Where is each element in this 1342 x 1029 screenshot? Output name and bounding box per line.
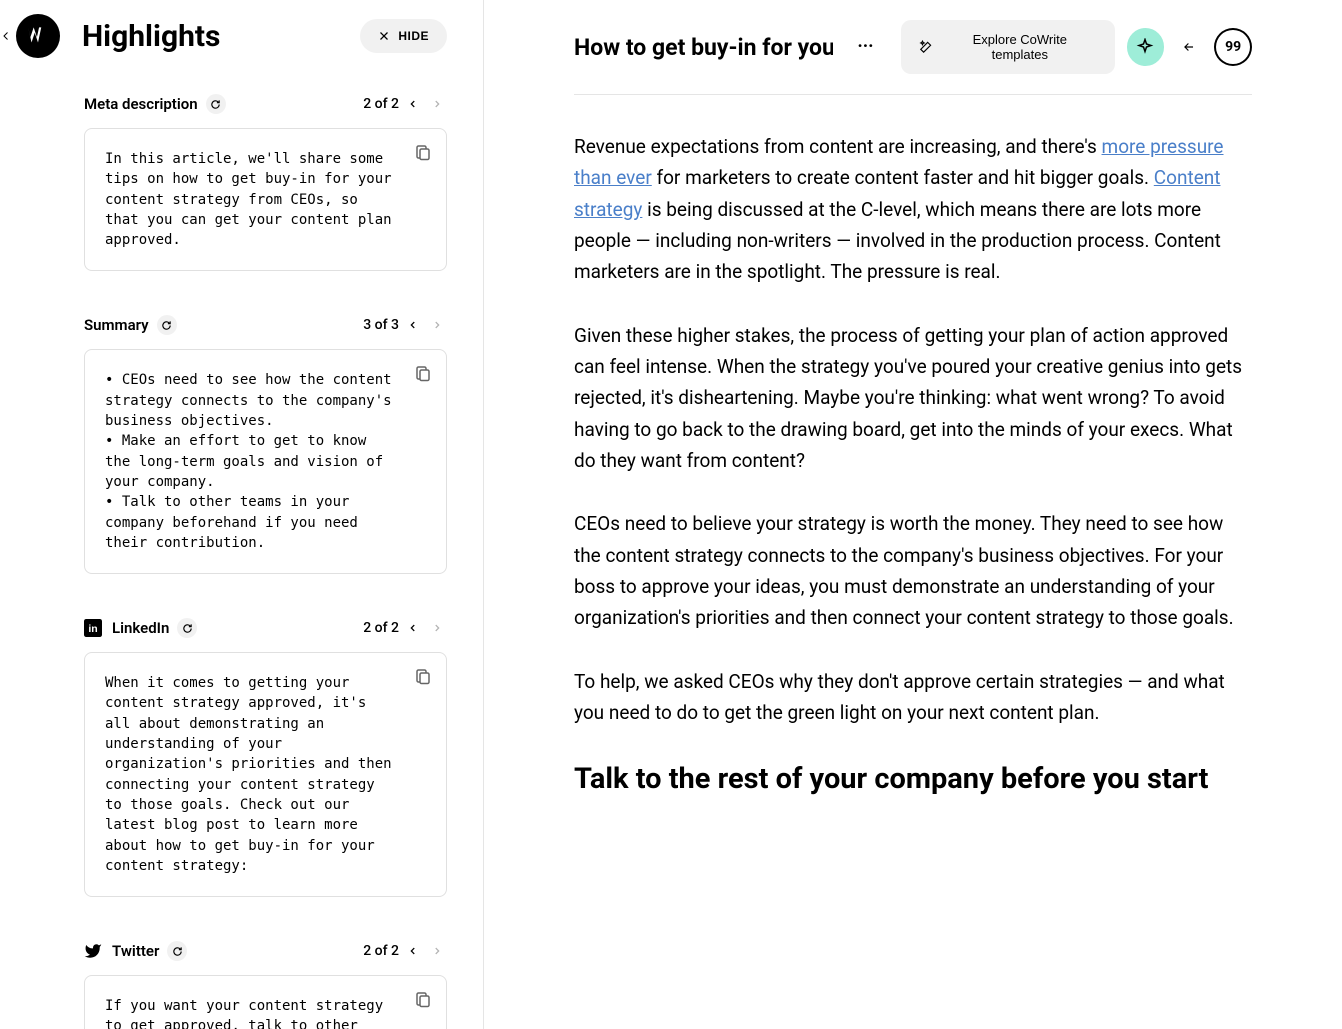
explore-label: Explore CoWrite templates	[943, 32, 1096, 62]
pager-text: 2 of 2	[363, 96, 399, 112]
linkedin-pager: 2 of 2	[363, 618, 447, 638]
linkedin-card: When it comes to getting your content st…	[84, 652, 447, 897]
document-panel: How to get buy-in for you ··· Explore Co…	[484, 0, 1342, 1029]
summary-card: • CEOs need to see how the content strat…	[84, 349, 447, 574]
section-header: Twitter 2 of 2	[84, 941, 447, 961]
section-header: Meta description 2 of 2	[84, 94, 447, 114]
copy-icon[interactable]	[414, 364, 432, 382]
close-icon	[378, 30, 390, 42]
document-body[interactable]: Revenue expectations from content are in…	[574, 131, 1252, 1029]
next-button[interactable]	[427, 94, 447, 114]
copy-icon[interactable]	[414, 143, 432, 161]
wand-icon	[919, 40, 933, 54]
section-header: in LinkedIn 2 of 2	[84, 618, 447, 638]
sparkle-icon	[1136, 38, 1154, 56]
prev-button[interactable]	[403, 941, 423, 961]
meta-card: In this article, we'll share some tips o…	[84, 128, 447, 271]
next-button[interactable]	[427, 941, 447, 961]
copy-icon[interactable]	[414, 667, 432, 685]
more-button[interactable]: ···	[857, 38, 877, 56]
sparkle-button[interactable]	[1127, 28, 1165, 66]
copy-icon[interactable]	[414, 990, 432, 1008]
next-button[interactable]	[427, 315, 447, 335]
meta-content: In this article, we'll share some tips o…	[105, 149, 396, 250]
document-header: How to get buy-in for you ··· Explore Co…	[574, 0, 1252, 95]
summary-pager: 3 of 3	[363, 315, 447, 335]
section-header: Summary 3 of 3	[84, 315, 447, 335]
heading: Talk to the rest of your company before …	[574, 761, 1252, 797]
refresh-icon[interactable]	[167, 941, 187, 961]
app-logo[interactable]	[16, 14, 60, 58]
prev-button[interactable]	[403, 315, 423, 335]
refresh-icon[interactable]	[206, 94, 226, 114]
twitter-card: If you want your content strategy to get…	[84, 975, 447, 1029]
back-arrow-icon[interactable]	[0, 30, 12, 42]
back-arrow-icon[interactable]	[1182, 40, 1196, 54]
summary-content: • CEOs need to see how the content strat…	[105, 370, 396, 553]
twitter-icon	[84, 942, 102, 960]
linkedin-icon: in	[84, 619, 102, 637]
paragraph: Given these higher stakes, the process o…	[574, 320, 1252, 477]
refresh-icon[interactable]	[177, 618, 197, 638]
document-title[interactable]: How to get buy-in for you	[574, 34, 833, 61]
refresh-icon[interactable]	[157, 315, 177, 335]
section-title: Meta description	[84, 95, 198, 113]
paragraph: CEOs need to believe your strategy is wo…	[574, 508, 1252, 633]
pager-text: 3 of 3	[363, 317, 399, 333]
twitter-pager: 2 of 2	[363, 941, 447, 961]
hide-label: HIDE	[398, 29, 429, 43]
section-title: Twitter	[112, 942, 159, 960]
linkedin-section: in LinkedIn 2 of 2 When it comes to gett…	[84, 618, 447, 897]
pager-text: 2 of 2	[363, 620, 399, 636]
meta-pager: 2 of 2	[363, 94, 447, 114]
highlights-panel: Highlights HIDE Meta description 2 of 2 …	[0, 0, 484, 1029]
svg-text:in: in	[88, 623, 97, 635]
pager-text: 2 of 2	[363, 943, 399, 959]
explore-templates-button[interactable]: Explore CoWrite templates	[901, 20, 1114, 74]
prev-button[interactable]	[403, 618, 423, 638]
summary-section: Summary 3 of 3 • CEOs need to see how th…	[84, 315, 447, 574]
hide-button[interactable]: HIDE	[360, 19, 447, 53]
section-title: LinkedIn	[112, 619, 169, 637]
twitter-content: If you want your content strategy to get…	[105, 996, 396, 1029]
linkedin-content: When it comes to getting your content st…	[105, 673, 396, 876]
paragraph: To help, we asked CEOs why they don't ap…	[574, 666, 1252, 729]
section-title: Summary	[84, 316, 149, 334]
next-button[interactable]	[427, 618, 447, 638]
twitter-section: Twitter 2 of 2 If you want your content …	[84, 941, 447, 1029]
paragraph: Revenue expectations from content are in…	[574, 131, 1252, 288]
score-badge[interactable]: 99	[1214, 28, 1252, 66]
prev-button[interactable]	[403, 94, 423, 114]
meta-section: Meta description 2 of 2 In this article,…	[84, 94, 447, 271]
highlights-title: Highlights	[82, 19, 360, 54]
highlights-header: Highlights HIDE	[0, 14, 447, 58]
